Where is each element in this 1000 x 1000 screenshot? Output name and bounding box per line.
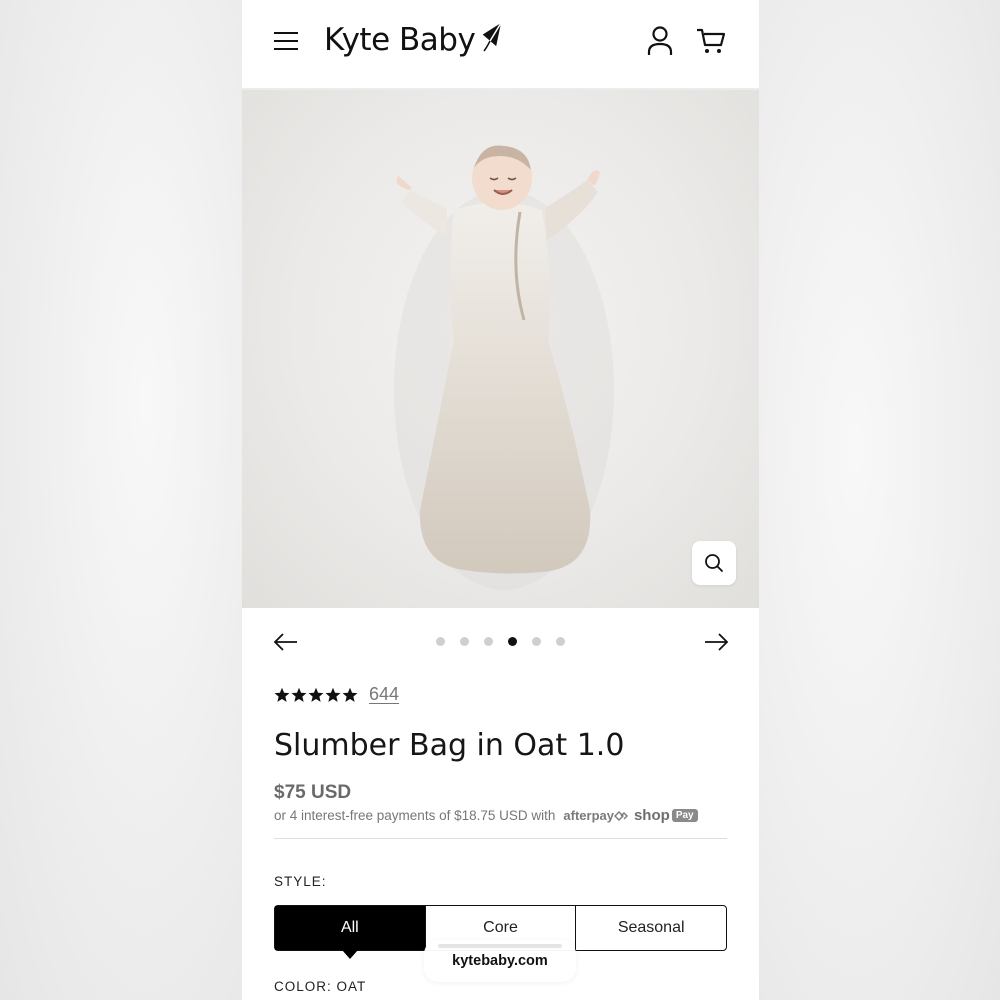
background-right <box>759 0 1000 1000</box>
carousel-dot[interactable] <box>556 637 565 646</box>
star-icon <box>325 687 341 702</box>
shop-pay-logo[interactable]: shop Pay <box>634 807 698 824</box>
arrow-left-icon[interactable] <box>272 630 300 654</box>
afterpay-label: afterpay <box>563 808 614 823</box>
account-icon[interactable] <box>646 25 674 57</box>
kite-logo-icon <box>481 22 502 52</box>
installments-info: or 4 interest-free payments of $18.75 US… <box>274 807 698 824</box>
carousel-dot[interactable] <box>436 637 445 646</box>
star-icon <box>342 687 358 702</box>
divider <box>274 838 727 839</box>
zoom-button[interactable] <box>692 541 736 585</box>
color-label: COLOR: OAT <box>274 979 367 994</box>
mobile-page: Kyte Baby 644 Slumber Bag in Oat 1.0 $75… <box>242 0 759 1000</box>
style-option-seasonal[interactable]: Seasonal <box>575 906 726 950</box>
star-icon <box>308 687 324 702</box>
carousel-dots <box>436 637 565 646</box>
browser-url-bar[interactable]: kytebaby.com <box>424 940 576 982</box>
menu-icon[interactable] <box>274 30 300 52</box>
afterpay-logo[interactable]: afterpay <box>563 808 628 823</box>
carousel-dot-active[interactable] <box>508 637 517 646</box>
carousel-dot[interactable] <box>532 637 541 646</box>
product-title: Slumber Bag in Oat 1.0 <box>274 728 625 763</box>
arrow-right-icon[interactable] <box>702 630 730 654</box>
brand-name: Kyte Baby <box>324 22 476 58</box>
site-header: Kyte Baby <box>242 0 759 90</box>
search-icon <box>705 554 723 572</box>
url-text: kytebaby.com <box>452 953 548 969</box>
carousel-dot[interactable] <box>460 637 469 646</box>
installments-text: or 4 interest-free payments of $18.75 US… <box>274 808 556 823</box>
star-icon <box>274 687 290 702</box>
product-rating: 644 <box>274 684 399 705</box>
background-left <box>0 0 242 1000</box>
shop-label: shop <box>633 807 670 824</box>
afterpay-arrows-icon <box>613 810 628 821</box>
pay-badge: Pay <box>671 809 698 822</box>
brand-logo[interactable]: Kyte Baby <box>324 18 505 62</box>
carousel-nav <box>242 620 759 664</box>
style-label: STYLE: <box>274 874 327 889</box>
cart-icon[interactable] <box>696 27 726 55</box>
style-option-all[interactable]: All <box>275 906 425 959</box>
product-price: $75 USD <box>274 782 352 803</box>
star-rating <box>274 687 358 703</box>
product-image[interactable] <box>242 90 759 608</box>
carousel-dot[interactable] <box>484 637 493 646</box>
url-bar-handle <box>438 944 562 948</box>
review-count-link[interactable]: 644 <box>369 684 399 705</box>
star-icon <box>291 687 307 702</box>
baby-illustration <box>394 145 614 590</box>
